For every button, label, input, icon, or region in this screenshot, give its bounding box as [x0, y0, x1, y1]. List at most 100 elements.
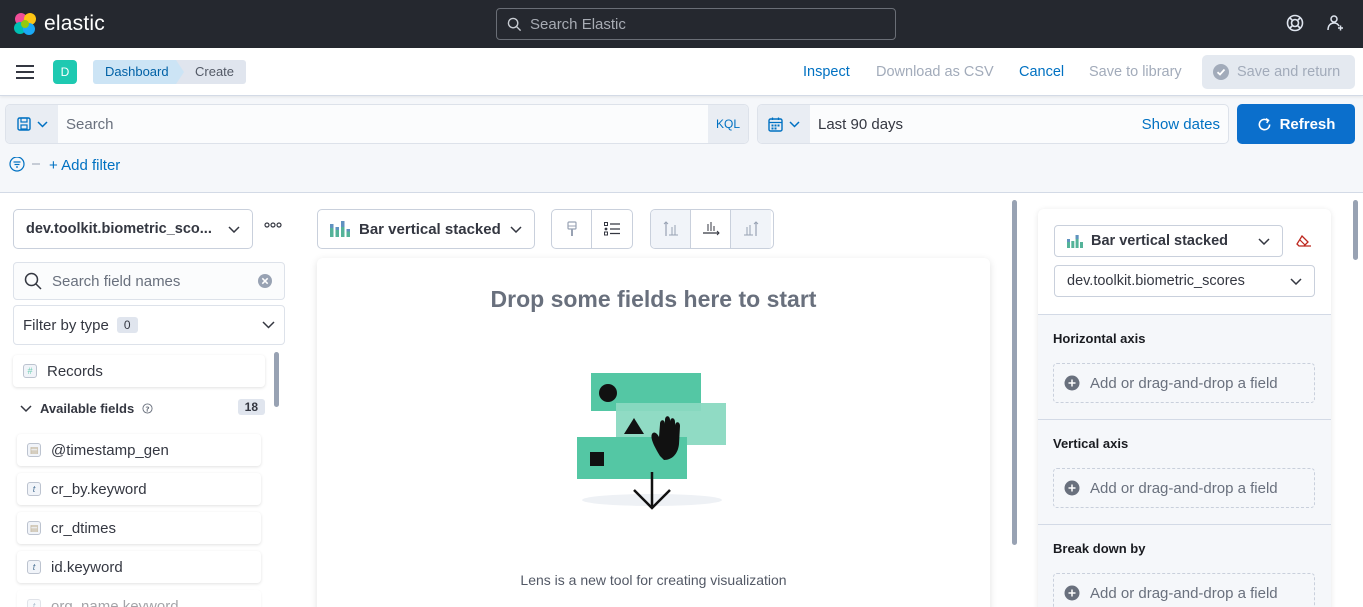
- layer-config-panel: Bar vertical stacked dev.toolkit.biometr…: [1038, 209, 1331, 607]
- chevron-down-icon: [1290, 277, 1302, 285]
- index-pattern-picker[interactable]: dev.toolkit.biometric_sco...: [13, 209, 253, 249]
- field-name: id.keyword: [51, 558, 123, 576]
- scrollbar[interactable]: [1353, 200, 1358, 260]
- cancel-link[interactable]: Cancel: [1019, 64, 1064, 80]
- legend-icon[interactable]: [592, 210, 632, 248]
- app-navbar: D Dashboard Create Inspect Download as C…: [0, 48, 1363, 96]
- plus-circle-icon: [1064, 585, 1080, 601]
- break-down-by-section: Break down by Add or drag-and-drop a fie…: [1038, 524, 1331, 607]
- field-name: Records: [47, 362, 103, 380]
- axis-settings-toolbar: [650, 209, 774, 249]
- quick-date-menu-button[interactable]: [758, 105, 810, 143]
- calendar-type-icon: ▤: [27, 443, 41, 457]
- field-name: cr_dtimes: [51, 519, 117, 537]
- clear-icon[interactable]: [257, 273, 273, 289]
- drop-zone-description: Lens is a new tool for creating visualiz…: [520, 572, 787, 588]
- global-search-input[interactable]: [530, 15, 880, 33]
- field-item[interactable]: t cr_by.keyword: [17, 473, 261, 505]
- breadcrumb-dashboard[interactable]: Dashboard: [93, 60, 185, 84]
- help-icon[interactable]: [1286, 14, 1304, 32]
- elastic-logo[interactable]: elastic: [12, 11, 105, 37]
- refresh-label: Refresh: [1279, 115, 1336, 133]
- field-search-input[interactable]: [52, 272, 247, 290]
- drop-zone-title: Drop some fields here to start: [490, 286, 817, 312]
- global-search-field[interactable]: [496, 8, 896, 40]
- layer-chart-type-label: Bar vertical stacked: [1091, 233, 1229, 249]
- string-type-icon: t: [27, 482, 41, 496]
- layer-chart-type-picker[interactable]: Bar vertical stacked: [1054, 225, 1283, 257]
- available-fields-count: 18: [237, 399, 265, 415]
- download-csv-link[interactable]: Download as CSV: [876, 64, 994, 80]
- scrollbar[interactable]: [1012, 200, 1017, 545]
- add-field-label: Add or drag-and-drop a field: [1090, 479, 1278, 497]
- filter-count-badge: 0: [116, 317, 138, 333]
- field-search[interactable]: [13, 262, 285, 300]
- add-field-slot[interactable]: Add or drag-and-drop a field: [1053, 573, 1315, 607]
- chevron-down-icon: [20, 404, 32, 412]
- horizontal-axis-section: Horizontal axis Add or drag-and-drop a f…: [1038, 314, 1331, 419]
- calendar-type-icon: ▤: [27, 521, 41, 535]
- field-item[interactable]: ▤ @timestamp_gen: [17, 434, 261, 466]
- filter-by-type-label: Filter by type: [23, 316, 109, 334]
- user-menu-icon[interactable]: [1326, 14, 1344, 32]
- more-options-icon[interactable]: [264, 222, 282, 228]
- add-field-label: Add or drag-and-drop a field: [1090, 374, 1278, 392]
- field-item[interactable]: ▤ cr_dtimes: [17, 512, 261, 544]
- add-filter-button[interactable]: + Add filter: [49, 157, 120, 174]
- bottom-axis-icon[interactable]: [691, 210, 731, 248]
- chevron-down-icon: [36, 120, 48, 128]
- left-axis-icon[interactable]: [651, 210, 691, 248]
- layer-index-pattern-label: dev.toolkit.biometric_scores: [1067, 273, 1245, 289]
- query-input[interactable]: [66, 105, 706, 143]
- show-dates-link[interactable]: Show dates: [1142, 116, 1220, 133]
- search-icon: [24, 272, 42, 290]
- add-field-slot[interactable]: Add or drag-and-drop a field: [1053, 468, 1315, 508]
- inspect-link[interactable]: Inspect: [803, 64, 850, 80]
- field-item[interactable]: t org_name.keyword: [17, 590, 261, 607]
- field-name: cr_by.keyword: [51, 480, 147, 498]
- right-axis-icon[interactable]: [731, 210, 771, 248]
- refresh-icon: [1258, 117, 1271, 130]
- filter-by-type-dropdown[interactable]: Filter by type 0: [13, 305, 285, 345]
- refresh-button[interactable]: Refresh: [1237, 104, 1355, 144]
- chevron-down-icon: [510, 225, 522, 233]
- field-name: @timestamp_gen: [51, 441, 169, 459]
- chart-type-switcher[interactable]: Bar vertical stacked: [317, 209, 535, 249]
- string-type-icon: t: [27, 599, 41, 607]
- date-picker: Last 90 days Show dates: [757, 104, 1229, 144]
- save-and-return-label: Save and return: [1237, 64, 1341, 80]
- field-item[interactable]: t id.keyword: [17, 551, 261, 583]
- field-name: org_name.keyword: [51, 597, 179, 607]
- chart-style-toolbar: [551, 209, 633, 249]
- chevron-down-icon: [262, 321, 275, 329]
- section-label: Horizontal axis: [1053, 331, 1146, 346]
- saved-query-button[interactable]: [6, 105, 58, 143]
- date-range-label[interactable]: Last 90 days: [818, 116, 903, 133]
- info-icon[interactable]: ?: [142, 403, 153, 414]
- chevron-down-icon: [1258, 237, 1270, 245]
- breadcrumb-create: Create: [176, 60, 247, 84]
- save-and-return-button[interactable]: Save and return: [1202, 55, 1355, 89]
- filter-options-icon[interactable]: [9, 157, 41, 173]
- chart-type-label: Bar vertical stacked: [359, 220, 501, 238]
- available-fields-header[interactable]: Available fields ? 18: [20, 399, 265, 416]
- available-fields-label: Available fields: [40, 401, 135, 416]
- scrollbar[interactable]: [274, 352, 279, 407]
- space-avatar[interactable]: D: [53, 60, 77, 84]
- clear-layer-icon[interactable]: [1296, 234, 1312, 248]
- add-field-label: Add or drag-and-drop a field: [1090, 584, 1278, 602]
- layer-index-pattern-picker[interactable]: dev.toolkit.biometric_scores: [1054, 265, 1315, 297]
- global-header: elastic: [0, 0, 1363, 48]
- workspace-drop-zone[interactable]: Drop some fields here to start Lens is a…: [317, 258, 990, 607]
- query-language-button[interactable]: KQL: [708, 105, 748, 143]
- brand-name: elastic: [44, 12, 105, 35]
- check-circle-icon: [1213, 64, 1229, 80]
- save-to-library-link[interactable]: Save to library: [1089, 64, 1182, 80]
- add-field-slot[interactable]: Add or drag-and-drop a field: [1053, 363, 1315, 403]
- menu-icon[interactable]: [15, 64, 35, 80]
- field-item-records[interactable]: # Records: [13, 355, 265, 387]
- save-icon: [16, 117, 31, 131]
- paintbrush-icon[interactable]: [552, 210, 592, 248]
- chevron-down-icon: [228, 225, 240, 233]
- elastic-cluster-icon: [14, 13, 36, 35]
